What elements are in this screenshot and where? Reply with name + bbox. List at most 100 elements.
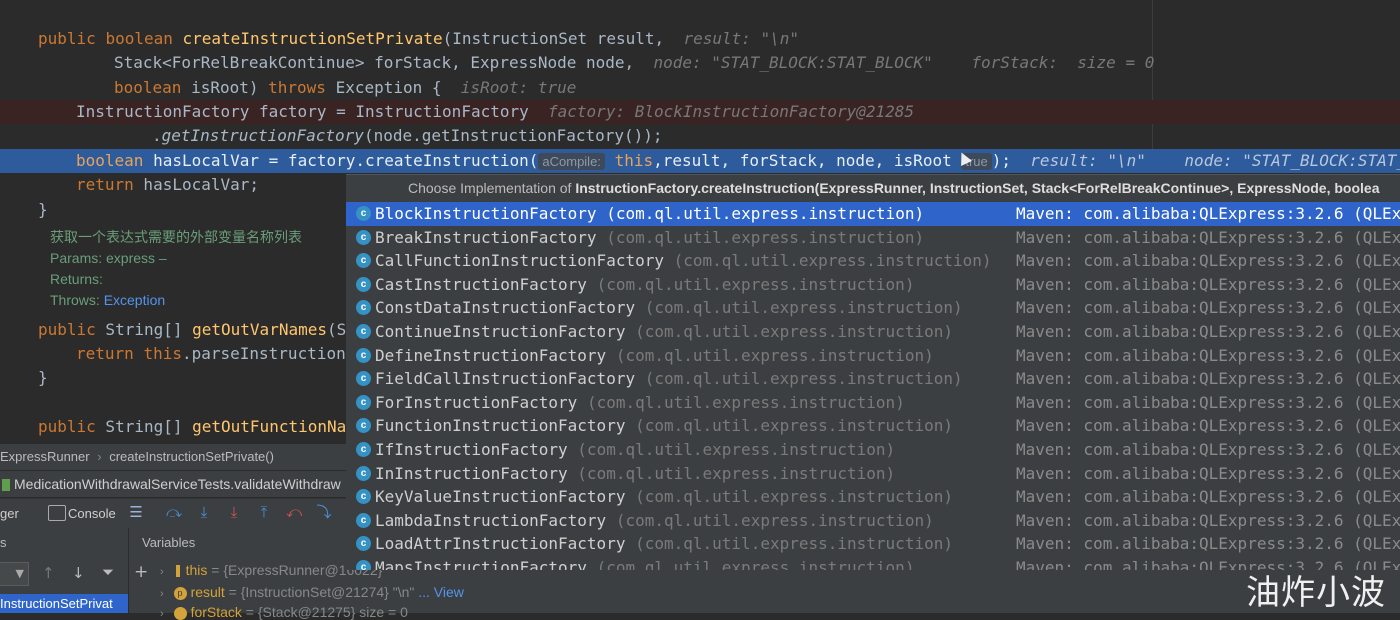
class-name: ForInstructionFactory xyxy=(375,392,578,412)
implementation-item[interactable]: c ContinueInstructionFactory (com.ql.util… xyxy=(346,320,1400,344)
arrow-down-icon[interactable]: ↓ xyxy=(72,564,85,582)
class-icon: c xyxy=(356,300,371,316)
class-icon: c xyxy=(356,394,371,410)
maven-library: Maven: com.alibaba:QLExpress:3.2.6 (QLEx… xyxy=(1016,463,1400,483)
step-into-icon[interactable]: ⤓ xyxy=(196,505,212,521)
variable-row[interactable]: › p result = {InstructionSet@21274} "\n" … xyxy=(160,584,464,600)
implementation-label: LoadAttrInstructionFactory (com.ql.util.… xyxy=(375,532,953,556)
variable-row[interactable]: › forStack = {Stack@21275} size = 0 xyxy=(160,604,408,620)
implementation-label: ContinueInstructionFactory (com.ql.util.… xyxy=(375,320,953,344)
package-name: (com.ql.util.express.instruction) xyxy=(577,463,896,483)
step-over-icon[interactable]: ⤼ xyxy=(166,505,182,521)
run-config-icon xyxy=(2,479,10,492)
maven-library: Maven: com.alibaba:QLExpress:3.2.6 (QLEx… xyxy=(1016,204,1400,223)
implementation-item[interactable]: c DefineInstructionFactory (com.ql.util.e… xyxy=(346,344,1400,368)
implementation-label: CastInstructionFactory (com.ql.util.expr… xyxy=(375,273,914,297)
class-name: BlockInstructionFactory xyxy=(375,204,597,223)
package-name: (com.ql.util.express.instruction) xyxy=(644,298,963,318)
implementation-item[interactable]: c InInstructionFactory (com.ql.util.expre… xyxy=(346,462,1400,486)
run-to-cursor-icon[interactable]: ⤵ xyxy=(316,505,332,521)
code-line[interactable]: boolean isRoot) throws Exception { isRoo… xyxy=(0,76,1400,100)
maven-library: Maven: com.alibaba:QLExpress:3.2.6 (QLEx… xyxy=(1016,345,1400,365)
class-icon: c xyxy=(356,229,371,245)
class-icon: c xyxy=(356,253,371,269)
view-link[interactable]: ... View xyxy=(414,584,464,600)
breadcrumb-item-method[interactable]: createInstructionSetPrivate() xyxy=(109,449,274,464)
breadcrumb-item-class[interactable]: ExpressRunner xyxy=(0,449,90,464)
debug-session-tab[interactable]: MedicationWithdrawalServiceTests.validat… xyxy=(0,470,346,497)
implementation-item[interactable]: c FunctionInstructionFactory (com.ql.util… xyxy=(346,414,1400,438)
tab-debugger[interactable]: ger xyxy=(0,499,19,529)
maven-library: Maven: com.alibaba:QLExpress:3.2.6 (QLEx… xyxy=(1016,439,1400,459)
implementation-item[interactable]: c ConstDataInstructionFactory (com.ql.uti… xyxy=(346,296,1400,320)
drop-frame-icon[interactable]: ⤺ xyxy=(286,505,302,521)
step-out-icon[interactable]: ⤒ xyxy=(256,505,272,521)
implementation-label: ConstDataInstructionFactory (com.ql.util… xyxy=(375,296,963,320)
class-icon: c xyxy=(356,276,371,292)
package-name: (com.ql.util.express.instruction) xyxy=(606,227,925,247)
maven-library: Maven: com.alibaba:QLExpress:3.2.6 (QLEx… xyxy=(1016,298,1400,318)
expand-icon[interactable]: › xyxy=(160,608,164,620)
field-icon xyxy=(175,565,180,578)
class-name: KeyValueInstructionFactory xyxy=(375,487,626,507)
expand-icon[interactable]: › xyxy=(160,588,164,600)
inline-debug-value: result: "\n" node: "STAT_BLOCK:STAT_BLOC… xyxy=(1030,151,1400,170)
class-icon: c xyxy=(356,512,371,528)
implementation-label: BreakInstructionFactory (com.ql.util.exp… xyxy=(375,226,924,250)
package-name: (com.ql.util.express.instruction) xyxy=(635,487,953,507)
class-name: FieldCallInstructionFactory xyxy=(375,369,636,389)
expand-icon[interactable]: › xyxy=(160,566,164,578)
package-name: (com.ql.util.express.instruction) xyxy=(586,392,905,412)
arrow-up-icon[interactable]: ↑ xyxy=(42,564,55,582)
class-name: CallFunctionInstructionFactory xyxy=(375,251,664,271)
implementation-label: KeyValueInstructionFactory (com.ql.util.… xyxy=(375,485,953,509)
force-step-into-icon[interactable]: ⤓ xyxy=(226,505,242,521)
tab-console[interactable]: Console xyxy=(68,499,116,529)
implementation-item[interactable]: c CallFunctionInstructionFactory (com.ql.… xyxy=(346,249,1400,273)
inline-debug-value: isRoot: true xyxy=(460,78,577,97)
class-name: CastInstructionFactory xyxy=(375,274,587,294)
implementation-item[interactable]: c LoadAttrInstructionFactory (com.ql.util… xyxy=(346,532,1400,556)
maven-library: Maven: com.alibaba:QLExpress:3.2.6 (QLEx… xyxy=(1016,392,1400,412)
class-icon: c xyxy=(356,323,371,339)
frames-menu-icon[interactable]: ☰ xyxy=(128,505,144,521)
implementation-item[interactable]: c BlockInstructionFactory (com.ql.util.ex… xyxy=(346,202,1400,226)
implementation-item[interactable]: c BreakInstructionFactory (com.ql.util.ex… xyxy=(346,226,1400,250)
maven-library: Maven: com.alibaba:QLExpress:3.2.6 (QLEx… xyxy=(1016,510,1400,530)
breadcrumb: ExpressRunner › createInstructionSetPriv… xyxy=(0,444,346,470)
code-line-breakpoint[interactable]: InstructionFactory factory = Instruction… xyxy=(0,100,1400,124)
selected-stack-frame[interactable]: InstructionSetPrivat xyxy=(0,594,128,613)
class-name: InInstructionFactory xyxy=(375,463,568,483)
implementation-item[interactable]: c IfInstructionFactory (com.ql.util.expre… xyxy=(346,438,1400,462)
exception-link[interactable]: Exception xyxy=(104,292,165,308)
code-line[interactable]: .getInstructionFactory(node.getInstructi… xyxy=(0,124,1400,148)
code-line-execution-point[interactable]: boolean hasLocalVar = factory.createInst… xyxy=(0,149,1400,173)
class-icon: c xyxy=(356,371,371,387)
javadoc-render: 获取一个表达式需要的外部变量名称列表 Params: express – Ret… xyxy=(50,229,302,308)
implementation-item[interactable]: c KeyValueInstructionFactory (com.ql.util… xyxy=(346,485,1400,509)
code-line[interactable]: public boolean createInstructionSetPriva… xyxy=(0,27,1400,51)
implementation-item[interactable]: c FieldCallInstructionFactory (com.ql.uti… xyxy=(346,367,1400,391)
implementation-item[interactable]: c MapsInstructionFactory (com.ql.util.exp… xyxy=(346,556,1400,570)
package-name: (com.ql.util.express.instruction) xyxy=(596,274,915,294)
thread-select[interactable]: ▼ xyxy=(0,562,29,586)
console-icon xyxy=(48,505,66,521)
package-name: (com.ql.util.express.instruction) xyxy=(635,416,953,436)
package-name: (com.ql.util.express.instruction) xyxy=(615,345,934,365)
inline-debug-value: result: "\n" xyxy=(683,29,800,48)
method-name: createInstructionSetPrivate xyxy=(182,29,443,48)
implementation-item[interactable]: c LambdaInstructionFactory (com.ql.util.e… xyxy=(346,509,1400,533)
package-name: (com.ql.util.express.instruction) xyxy=(673,251,992,271)
package-name: (com.ql.util.express.instruction) xyxy=(635,321,953,341)
filter-icon[interactable]: ⏷ xyxy=(102,563,114,581)
implementation-item[interactable]: c CastInstructionFactory (com.ql.util.exp… xyxy=(346,273,1400,297)
debug-toolbar: ger Console ☰ ⤼ ⤓ ⤓ ⤒ ⤺ ⤵ xyxy=(0,498,346,529)
add-watch-icon[interactable]: + xyxy=(134,562,148,582)
maven-library: Maven: com.alibaba:QLExpress:3.2.6 (QLEx… xyxy=(1016,274,1400,294)
implementation-label: DefineInstructionFactory (com.ql.util.ex… xyxy=(375,344,934,368)
code-line[interactable]: Stack<ForRelBreakContinue> forStack, Exp… xyxy=(0,51,1400,75)
implementation-label: IfInstructionFactory (com.ql.util.expres… xyxy=(375,438,895,462)
maven-library: Maven: com.alibaba:QLExpress:3.2.6 (QLEx… xyxy=(1016,534,1400,554)
implementation-item[interactable]: c ForInstructionFactory (com.ql.util.expr… xyxy=(346,391,1400,415)
class-icon: c xyxy=(356,347,371,363)
